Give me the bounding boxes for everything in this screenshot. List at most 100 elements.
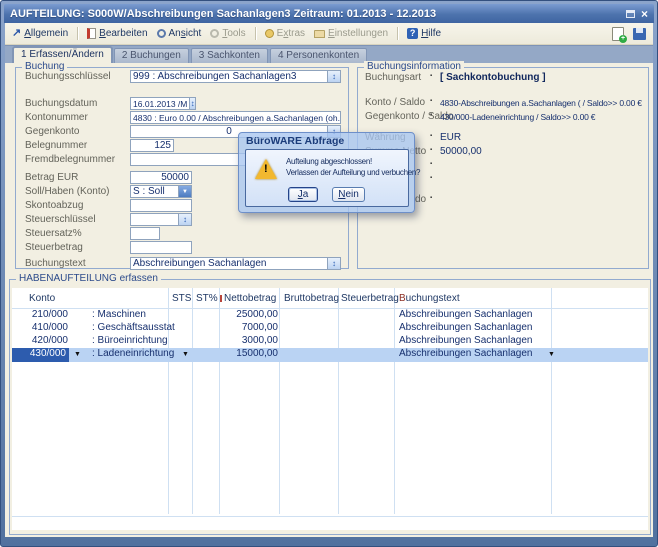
- column-header-nettobetrag[interactable]: Nettobetrag: [224, 293, 276, 304]
- menu-label: Extras: [277, 28, 305, 39]
- ja-button[interactable]: Ja: [288, 187, 318, 202]
- field-label: Betrag EUR: [25, 172, 78, 183]
- tab-buchungen[interactable]: 2 Buchungen: [114, 48, 189, 63]
- bullet-icon: ▪: [430, 112, 432, 118]
- field-label: Soll/Haben (Konto): [25, 186, 110, 197]
- steuersatz-input[interactable]: [130, 227, 160, 240]
- menu-extras[interactable]: Extras: [265, 28, 305, 39]
- menu-ansicht[interactable]: Ansicht: [157, 28, 202, 39]
- bullet-icon: ▪: [430, 147, 432, 153]
- menu-einstellungen[interactable]: Einstellungen: [314, 28, 388, 39]
- dropdown-icon[interactable]: ▼: [74, 351, 81, 358]
- dialog-buroware-abfrage: BüroWARE Abfrage ! Aufteilung abgeschlos…: [238, 132, 415, 213]
- info-row-konto-saldo: Konto / Saldo ▪ 4830-Abschreibungen a.Sa…: [358, 97, 646, 109]
- column-header-konto[interactable]: Konto: [29, 293, 55, 304]
- tools-icon: [210, 29, 219, 38]
- field-label: Steuerschlüssel: [25, 214, 96, 225]
- settings-icon: [314, 30, 325, 38]
- skontoabzug-input[interactable]: [130, 199, 192, 212]
- group-habenaufteilung: HABENAUFTEILUNG erfassen Konto STS ST% N…: [9, 279, 651, 535]
- field-label: Steuerbetrag: [25, 242, 83, 253]
- menu-bearbeiten[interactable]: Bearbeiten: [87, 28, 147, 39]
- new-document-button[interactable]: +: [612, 27, 624, 41]
- steuerbetrag-input[interactable]: [130, 241, 192, 254]
- field-label: Buchungsdatum: [25, 98, 97, 109]
- tab-sachkonten[interactable]: 3 Sachkonten: [191, 48, 268, 63]
- dialog-message: Aufteilung abgeschlossen! Verlassen der …: [286, 156, 420, 178]
- buroware-window: AUFTEILUNG: S000W/Abschreibungen Sachanl…: [0, 0, 658, 547]
- save-button[interactable]: [633, 28, 646, 40]
- table-row-selected[interactable]: 430/000 ▼ : Ladeneinrichtung ▼ 15000,00 …: [12, 348, 648, 362]
- info-row-buchungsart: Buchungsart ▪ [ Sachkontobuchung ]: [358, 72, 646, 84]
- menu-allgemein[interactable]: ↗ Allgemein: [12, 28, 68, 39]
- arrow-ne-icon: ↗: [12, 28, 21, 39]
- menu-label: Hilfe: [421, 28, 441, 39]
- tab-personenkonten[interactable]: 4 Personenkonten: [270, 48, 367, 63]
- bullet-icon: ▪: [430, 133, 432, 139]
- buchungstext-combo[interactable]: Abschreibungen Sachanlagen ↕: [130, 257, 341, 270]
- selected-account-cell[interactable]: 430/000: [12, 348, 69, 362]
- table-row[interactable]: 420/000 : Büroeinrichtung 3000,00 Abschr…: [12, 335, 648, 348]
- combo-updown-icon[interactable]: ↕: [178, 214, 191, 225]
- edit-icon: [87, 28, 96, 39]
- combo-updown-icon[interactable]: ↕: [327, 258, 340, 269]
- combo-updown-icon[interactable]: ↕: [327, 71, 340, 82]
- menu-label: Allgemein: [24, 28, 68, 39]
- table-row[interactable]: 410/000 : Geschäftsausstat 7000,00 Absch…: [12, 322, 648, 335]
- table: Konto STS ST% Nettobetrag Bruttobetrag S…: [12, 288, 648, 530]
- column-header-steuerbetrag[interactable]: Steuerbetrag: [341, 293, 399, 304]
- field-label: Kontonummer: [25, 112, 88, 123]
- table-row[interactable]: 210/000 : Maschinen 25000,00 Abschreibun…: [12, 309, 648, 322]
- dialog-title: BüroWARE Abfrage: [246, 135, 344, 147]
- bullet-icon: ▪: [430, 98, 432, 104]
- dropdown-icon[interactable]: ▼: [182, 351, 189, 358]
- steuerschluessel-combo[interactable]: ↕: [130, 213, 192, 226]
- field-buchungsdatum: Buchungsdatum 16.01.2013 /M ↕: [16, 97, 348, 110]
- nein-button[interactable]: Nein: [332, 187, 365, 202]
- warning-exclamation: !: [264, 163, 268, 175]
- restore-icon: [626, 10, 635, 18]
- belegnummer-input[interactable]: 125: [130, 139, 174, 152]
- client-area: ↗ Allgemein Bearbeiten Ansicht Tools Ext…: [5, 23, 653, 537]
- combo-updown-icon[interactable]: ↕: [189, 98, 195, 109]
- field-label: Skontoabzug: [25, 200, 83, 211]
- close-button[interactable]: ×: [641, 8, 648, 20]
- restore-button[interactable]: [626, 5, 635, 23]
- bullet-icon: ▪: [430, 175, 432, 181]
- menu-tools[interactable]: Tools: [210, 28, 245, 39]
- column-header-stpct[interactable]: ST%: [196, 293, 218, 304]
- column-header-sts[interactable]: STS: [172, 293, 191, 304]
- buchungsschluessel-combo[interactable]: 999 : Abschreibungen Sachanlagen3 ↕: [130, 70, 341, 83]
- menu-label: Bearbeiten: [99, 28, 147, 39]
- tabstrip: 1 Erfassen/Ändern 2 Buchungen 3 Sachkont…: [5, 45, 653, 63]
- column-header-buchungstext[interactable]: Buchungstext: [399, 293, 460, 304]
- dropdown-icon[interactable]: ▼: [178, 186, 191, 197]
- menubar: ↗ Allgemein Bearbeiten Ansicht Tools Ext…: [5, 23, 653, 45]
- menu-label: Tools: [222, 28, 245, 39]
- help-icon: ?: [407, 28, 418, 39]
- betrag-input[interactable]: 50000: [130, 171, 192, 184]
- field-label: Buchungstext: [25, 258, 86, 269]
- bullet-icon: ▪: [430, 73, 432, 79]
- buchungsdatum-input[interactable]: 16.01.2013 /M ↕: [130, 97, 196, 110]
- column-header-bruttobetrag[interactable]: Bruttobetrag: [284, 293, 339, 304]
- field-kontonummer: Kontonummer 4830 : Euro 0.00 / Abschreib…: [16, 111, 348, 124]
- menu-label: Ansicht: [169, 28, 202, 39]
- field-label: Steuersatz%: [25, 228, 82, 239]
- dropdown-icon[interactable]: ▼: [548, 351, 555, 358]
- field-steuerbetrag: Steuerbetrag: [16, 241, 348, 254]
- extras-icon: [265, 29, 274, 38]
- kontonummer-combo[interactable]: 4830 : Euro 0.00 / Abschreibungen a.Sach…: [130, 111, 341, 124]
- menu-separator: [397, 27, 398, 40]
- window-title: AUFTEILUNG: S000W/Abschreibungen Sachanl…: [10, 8, 436, 20]
- menu-separator: [77, 27, 78, 40]
- magnifier-icon: [157, 29, 166, 38]
- group-label: Buchungsinformation: [364, 61, 464, 72]
- soll-haben-dropdown[interactable]: S : Soll ▼: [130, 185, 192, 198]
- info-row-gegenkonto-saldo: Gegenkonto / Saldo ▪ 430/000-Ladeneinric…: [358, 111, 646, 123]
- titlebar: AUFTEILUNG: S000W/Abschreibungen Sachanl…: [4, 4, 654, 23]
- menu-hilfe[interactable]: ? Hilfe: [407, 28, 441, 39]
- field-label: Gegenkonto: [25, 126, 80, 137]
- menu-label: Einstellungen: [328, 28, 388, 39]
- field-buchungstext: Buchungstext Abschreibungen Sachanlagen …: [16, 257, 348, 270]
